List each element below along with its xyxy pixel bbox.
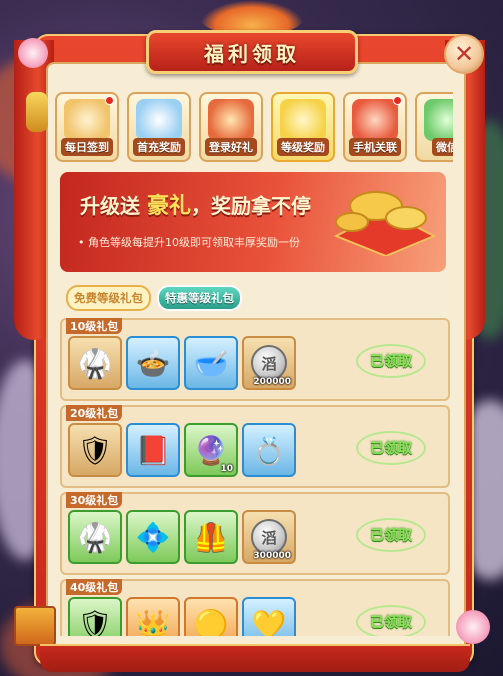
notification-dot — [393, 96, 402, 105]
tab-label: 手机关联 — [349, 138, 401, 156]
item-glyph: 🦺 — [193, 520, 229, 554]
item-count: 10 — [220, 464, 233, 474]
notification-dot — [105, 96, 114, 105]
promo-headline: 升级送 豪礼，奖励拿不停 — [80, 188, 311, 220]
coin-face: 滔 — [251, 519, 287, 555]
promo-banner: 升级送 豪礼，奖励拿不停 • 角色等级每提升10级即可领取丰厚奖励一份 — [60, 172, 446, 272]
item-count: 300000 — [253, 551, 291, 561]
pink-gem-icon[interactable]: 🔮 10 — [184, 423, 238, 477]
level-gift-row: 10级礼包 🥋 🍲 🥣 滔 200000 已领取 — [60, 318, 450, 401]
tab-daily-signin[interactable]: 每日签到 — [55, 92, 119, 162]
tab-label: 登录好礼 — [205, 138, 257, 156]
gold-armor-icon[interactable]: 🦺 — [184, 510, 238, 564]
welfare-tabs: 每日签到 首充奖励 登录好礼 等级奖励 手机关联 微信 — [55, 92, 453, 164]
silver-coin-icon[interactable]: 滔 300000 — [242, 510, 296, 564]
gold-ingots-icon — [333, 191, 436, 256]
tab-first-recharge[interactable]: 首充奖励 — [127, 92, 191, 162]
armor-icon[interactable]: 🛡 — [68, 423, 122, 477]
promo-headline-post: ，奖励拿不停 — [190, 194, 311, 218]
row-level-label: 30级礼包 — [66, 492, 123, 508]
panel-bottom-frame — [40, 644, 470, 672]
row-level-label: 20级礼包 — [66, 405, 123, 421]
item-glyph: 🟡 — [193, 607, 229, 637]
item-glyph: 🛡 — [77, 607, 113, 637]
page-title: 福利领取 — [204, 41, 300, 66]
coin-face: 滔 — [251, 345, 287, 381]
item-glyph: 🥋 — [77, 346, 113, 380]
item-glyph: 🥋 — [77, 520, 113, 554]
item-count: 200000 — [253, 377, 291, 387]
item-glyph: 🔮 — [193, 433, 229, 467]
treasure-chest-icon — [352, 99, 398, 141]
silver-coin-icon[interactable]: 滔 200000 — [242, 336, 296, 390]
tab-wechat[interactable]: 微信 — [415, 92, 453, 162]
item-glyph: 🛡 — [77, 433, 113, 467]
promo-headline-pre: 升级送 — [80, 194, 140, 218]
reward-items: 🛡 📕 🔮 10 💍 — [68, 423, 296, 477]
promo-description: • 角色等级每提升10级即可领取丰厚奖励一份 — [78, 236, 300, 249]
armor-icon[interactable]: 🥋 — [68, 336, 122, 390]
subtab-free-level-gift[interactable]: 免费等级礼包 — [66, 285, 151, 311]
claimed-status: 已领取 — [356, 344, 426, 378]
claimed-status: 已领取 — [356, 431, 426, 465]
level-gift-row: 30级礼包 🥋 💠 🦺 滔 300000 已领取 — [60, 492, 450, 575]
plum-blossom-icon — [456, 610, 490, 644]
close-button[interactable]: ✕ — [444, 34, 484, 74]
claimed-status: 已领取 — [356, 605, 426, 636]
title-banner: 福利领取 — [146, 30, 358, 74]
lantern-icon — [26, 92, 48, 132]
tab-phone-link[interactable]: 手机关联 — [343, 92, 407, 162]
book-icon[interactable]: 📕 — [126, 423, 180, 477]
tab-label: 微信 — [432, 138, 453, 156]
golden-ring-icon[interactable]: 💛 — [242, 597, 296, 636]
tab-label: 首充奖励 — [133, 138, 185, 156]
reward-items: 🥋 💠 🦺 滔 300000 — [68, 510, 296, 564]
money-bag-icon — [208, 99, 254, 141]
item-glyph: 📕 — [135, 433, 171, 467]
tab-level-reward[interactable]: 等级奖励 — [271, 92, 335, 162]
reward-items: 🥋 🍲 🥣 滔 200000 — [68, 336, 296, 390]
jade-emblem-icon[interactable]: 💠 — [126, 510, 180, 564]
green-soup-icon[interactable]: 🥣 — [184, 336, 238, 390]
armor-icon[interactable]: 🥋 — [68, 510, 122, 564]
tab-login-gift[interactable]: 登录好礼 — [199, 92, 263, 162]
level-gift-row: 20级礼包 🛡 📕 🔮 10 💍 已领取 — [60, 405, 450, 488]
character-icon — [136, 99, 182, 141]
level-gift-row: 40级礼包 🛡 👑 🟡 💛 已领取 — [60, 579, 450, 636]
reward-items: 🛡 👑 🟡 💛 — [68, 597, 296, 636]
subtab-special-level-gift[interactable]: 特惠等级礼包 — [157, 285, 242, 311]
item-glyph: 💍 — [251, 433, 287, 467]
level-gift-list: 10级礼包 🥋 🍲 🥣 滔 200000 已领取 20级礼包 🛡 📕 🔮 10 💍 已领取 30级礼包 🥋 💠 🦺… — [60, 318, 450, 636]
item-glyph: 💠 — [135, 520, 171, 554]
tab-label: 每日签到 — [61, 138, 113, 156]
close-icon: ✕ — [453, 40, 475, 68]
claimed-status: 已领取 — [356, 518, 426, 552]
item-glyph: 🍲 — [135, 346, 171, 380]
soup-bowl-icon[interactable]: 🍲 — [126, 336, 180, 390]
purple-armor-icon[interactable]: 🛡 — [68, 597, 122, 636]
item-glyph: 👑 — [135, 607, 171, 637]
gift-box-icon — [14, 606, 56, 646]
spiked-ring-icon[interactable]: 💍 — [242, 423, 296, 477]
plum-blossom-icon — [18, 38, 48, 68]
wechat-icon — [424, 99, 453, 141]
scroll-icon — [64, 99, 110, 141]
item-glyph: 💛 — [251, 607, 287, 637]
promo-headline-highlight: 豪礼 — [146, 194, 191, 219]
tab-label: 等级奖励 — [277, 138, 329, 156]
gold-orb-icon[interactable]: 🟡 — [184, 597, 238, 636]
item-glyph: 🥣 — [193, 346, 229, 380]
gift-subtabs: 免费等级礼包 特惠等级礼包 — [66, 285, 242, 311]
row-level-label: 40级礼包 — [66, 579, 123, 595]
row-level-label: 10级礼包 — [66, 318, 123, 334]
gift-icon — [280, 99, 326, 141]
red-gem-crown-icon[interactable]: 👑 — [126, 597, 180, 636]
